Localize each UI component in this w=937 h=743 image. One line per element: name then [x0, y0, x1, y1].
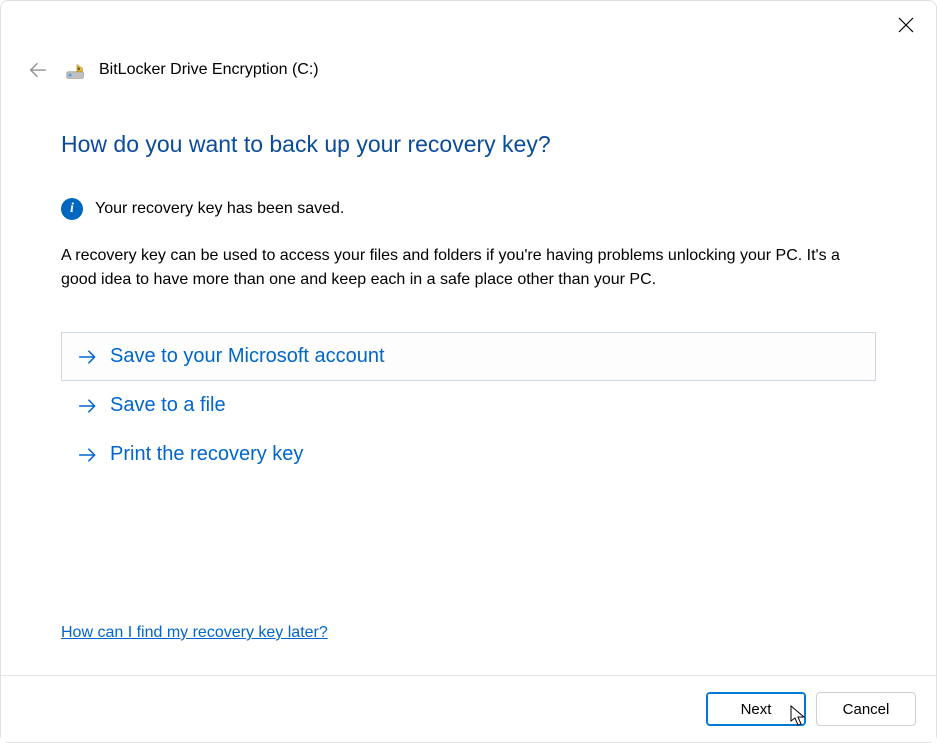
- wizard-footer: Next Cancel: [1, 675, 936, 742]
- info-icon: i: [61, 198, 83, 220]
- back-button[interactable]: [27, 59, 49, 81]
- option-save-microsoft-account[interactable]: Save to your Microsoft account: [61, 332, 876, 381]
- close-button[interactable]: [896, 15, 916, 35]
- bitlocker-drive-icon: [65, 59, 87, 81]
- help-link[interactable]: How can I find my recovery key later?: [61, 624, 328, 642]
- info-message-row: i Your recovery key has been saved.: [61, 198, 876, 220]
- wizard-content: How do you want to back up your recovery…: [1, 81, 936, 675]
- wizard-header: BitLocker Drive Encryption (C:): [1, 1, 936, 81]
- close-icon: [898, 17, 914, 33]
- cancel-button[interactable]: Cancel: [816, 692, 916, 726]
- description-text: A recovery key can be used to access you…: [61, 244, 876, 292]
- arrow-right-icon: [78, 397, 98, 415]
- arrow-right-icon: [78, 446, 98, 464]
- next-button[interactable]: Next: [706, 692, 806, 726]
- option-save-to-file[interactable]: Save to a file: [61, 381, 876, 430]
- option-label: Save to your Microsoft account: [110, 345, 385, 368]
- option-label: Save to a file: [110, 394, 226, 417]
- page-heading: How do you want to back up your recovery…: [61, 131, 876, 158]
- back-arrow-icon: [27, 59, 49, 81]
- option-label: Print the recovery key: [110, 443, 303, 466]
- arrow-right-icon: [78, 348, 98, 366]
- option-print-recovery-key[interactable]: Print the recovery key: [61, 430, 876, 479]
- backup-options-list: Save to your Microsoft account Save to a…: [61, 332, 876, 479]
- info-message-text: Your recovery key has been saved.: [95, 200, 344, 218]
- wizard-title: BitLocker Drive Encryption (C:): [99, 61, 319, 79]
